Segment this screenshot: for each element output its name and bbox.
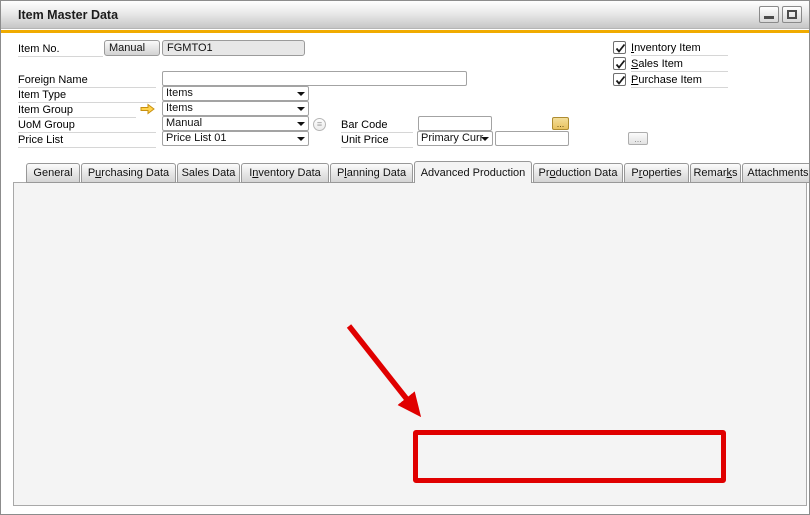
maximize-button[interactable] (782, 6, 802, 23)
item-group-select[interactable]: Items (162, 101, 309, 116)
checkmark-icon (614, 58, 627, 71)
window-title: Item Master Data (18, 8, 118, 22)
tab-general[interactable]: General (26, 163, 80, 183)
unit-price-currency-select[interactable]: Primary Curr (417, 131, 493, 146)
item-type-select[interactable]: Items (162, 86, 309, 101)
purchase-item-label: Purchase Item (631, 74, 728, 88)
tab-sales-data[interactable]: Sales Data (177, 163, 240, 183)
foreign-name-label: Foreign Name (18, 74, 156, 88)
tab-planning-data[interactable]: Planning Data (330, 163, 413, 183)
sales-item-checkbox[interactable] (613, 57, 626, 70)
bar-code-label: Bar Code (341, 119, 413, 133)
unit-price-browse-button[interactable]: ... (628, 132, 648, 145)
uom-group-select[interactable]: Manual (162, 116, 309, 131)
item-type-label: Item Type (18, 89, 156, 103)
checkmark-icon (614, 74, 627, 87)
checkmark-icon (614, 42, 627, 55)
uom-group-label: UoM Group (18, 119, 156, 133)
minimize-icon (764, 16, 774, 19)
inventory-item-label: Inventory Item (631, 42, 728, 56)
item-group-link-arrow[interactable] (140, 103, 155, 115)
unit-price-label: Unit Price (341, 134, 413, 148)
minimize-button[interactable] (759, 6, 779, 23)
tab-bar: General Purchasing Data Sales Data Inven… (26, 161, 810, 183)
tab-remarks[interactable]: Remarks (690, 163, 741, 183)
price-list-label: Price List (18, 134, 156, 148)
tab-inventory-data[interactable]: Inventory Data (241, 163, 329, 183)
item-no-label: Item No. (18, 43, 103, 57)
accent-gold-line (1, 30, 809, 33)
tab-advanced-production[interactable]: Advanced Production (414, 161, 532, 183)
unit-price-input[interactable] (495, 131, 569, 146)
bar-code-input[interactable] (418, 116, 492, 131)
inventory-item-checkbox[interactable] (613, 41, 626, 54)
purchase-item-checkbox[interactable] (613, 73, 626, 86)
tab-properties[interactable]: Properties (624, 163, 689, 183)
tab-purchasing-data[interactable]: Purchasing Data (81, 163, 176, 183)
uom-values-list-icon[interactable]: ≡ (313, 118, 326, 131)
price-list-select[interactable]: Price List 01 (162, 131, 309, 146)
advanced-production-panel (13, 182, 807, 506)
title-bar: Item Master Data (1, 1, 809, 29)
maximize-icon (787, 10, 797, 19)
item-no-value-field[interactable]: FGMTO1 (162, 40, 305, 56)
tab-attachments[interactable]: Attachments (742, 163, 810, 183)
tab-production-data[interactable]: Production Data (533, 163, 623, 183)
item-master-data-window: Item Master Data Item No. Manual FGMTO1 … (0, 0, 810, 515)
foreign-name-input[interactable] (162, 71, 467, 86)
item-group-label: Item Group (18, 104, 136, 118)
sales-item-label: Sales Item (631, 58, 728, 72)
item-no-series-button[interactable]: Manual (104, 40, 160, 56)
bar-code-browse-button[interactable]: ... (552, 117, 569, 130)
